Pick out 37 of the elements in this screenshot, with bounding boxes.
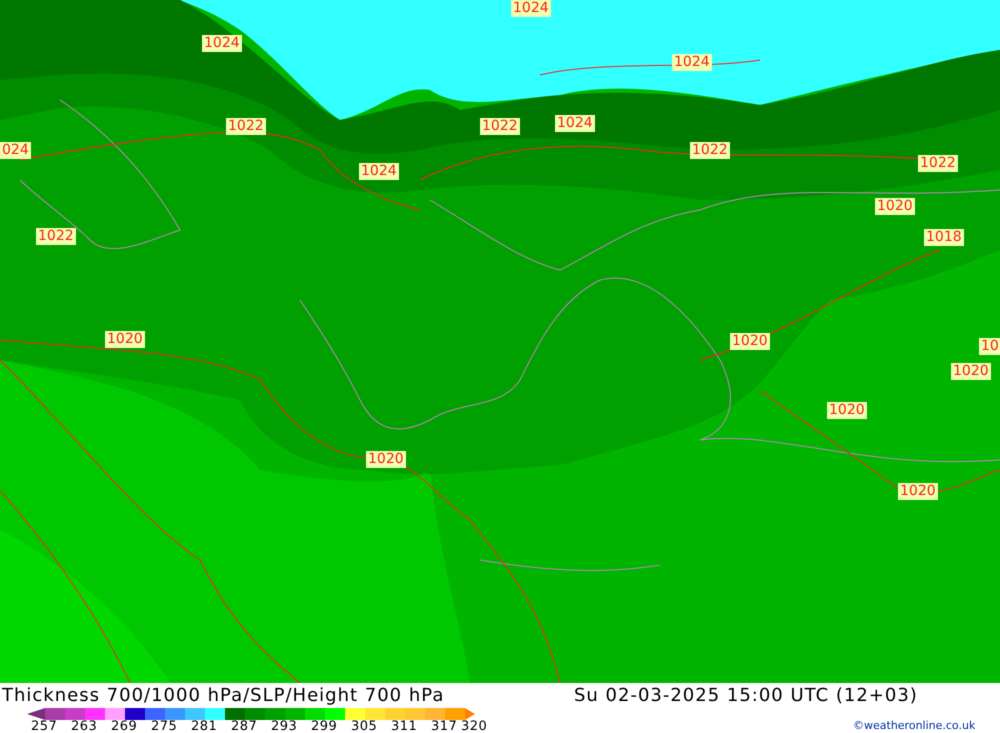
legend-tick-label: 281 [191,720,218,733]
isobar-label: 1022 [690,142,730,159]
legend-tick-label: 257 [31,720,58,733]
isobar-label: 1022 [226,118,266,135]
legend-high-arrow [465,708,475,720]
legend-tick-label: 287 [231,720,258,733]
forecast-time: Su 02-03-2025 15:00 UTC (12+03) [574,684,918,708]
isobar-label: 1022 [36,228,76,245]
map-title: Thickness 700/1000 hPa/SLP/Height 700 hPa [2,684,444,708]
isobar-label: 1024 [672,54,712,71]
legend-low-arrow [27,708,45,720]
isobar-label: 1020 [827,402,867,419]
isobar-label: 1024 [511,0,551,17]
credit-text: ©weatheronline.co.uk [853,719,976,732]
legend-tick-label: 299 [311,720,338,733]
legend-tick-label: 305 [351,720,378,733]
isobar-label: 1022 [918,155,958,172]
isobar-label: 1024 [359,163,399,180]
legend-tick-label: 317 [431,720,458,733]
isobar-label: 1024 [555,115,595,132]
legend-tick-label: 269 [111,720,138,733]
isobar-label: 1020 [105,331,145,348]
isobar-label: 1020 [875,198,915,215]
isobar-label: 1020 [730,333,770,350]
legend-tick-label: 263 [71,720,98,733]
legend-tick-label: 311 [391,720,418,733]
isobar-label: 10 [979,338,1000,355]
isobar-label: 1020 [951,363,991,380]
isobar-label: 1020 [898,483,938,500]
isobar-label: 1024 [202,35,242,52]
legend-tick-label: 320 [461,720,488,733]
isobar-label: 1022 [480,118,520,135]
isobar-label: 024 [0,142,31,159]
legend-tick-label: 293 [271,720,298,733]
isobar-label: 1020 [366,451,406,468]
legend-tick-label: 275 [151,720,178,733]
isobar-label: 1018 [924,229,964,246]
